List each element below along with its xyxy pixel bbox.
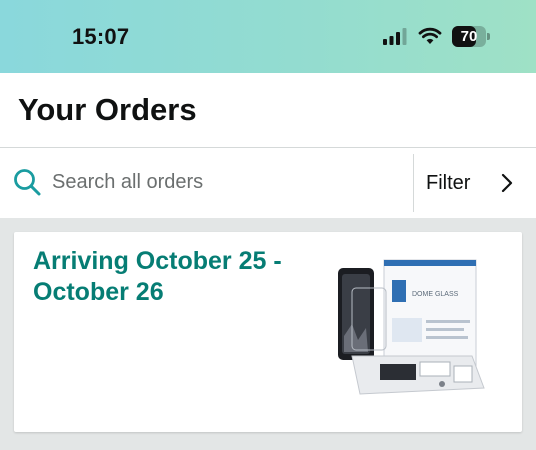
page-title: Your Orders <box>18 92 197 127</box>
filter-label: Filter <box>426 172 471 194</box>
product-image[interactable]: DOME GLASS <box>322 258 492 408</box>
wifi-icon <box>418 27 442 44</box>
delivery-status: Arriving October 25 - October 26 <box>33 247 282 306</box>
status-time: 15:07 <box>72 24 130 49</box>
product-box-text: DOME GLASS <box>412 291 459 298</box>
cellular-signal-icon <box>383 28 407 45</box>
chevron-right-icon <box>501 173 513 193</box>
status-icons: 70 <box>382 24 490 48</box>
status-bar: 15:07 70 <box>0 0 536 73</box>
battery-icon: 70 <box>452 25 490 47</box>
order-card[interactable]: Arriving October 25 - October 26 DOME GL… <box>14 232 522 432</box>
search-input[interactable] <box>52 166 402 198</box>
orders-list: Arriving October 25 - October 26 DOME GL… <box>0 218 536 450</box>
search-icon[interactable] <box>12 167 42 197</box>
battery-level: 70 <box>460 27 478 45</box>
filter-button[interactable]: Filter <box>414 148 536 218</box>
search-bar: Filter <box>0 148 536 218</box>
